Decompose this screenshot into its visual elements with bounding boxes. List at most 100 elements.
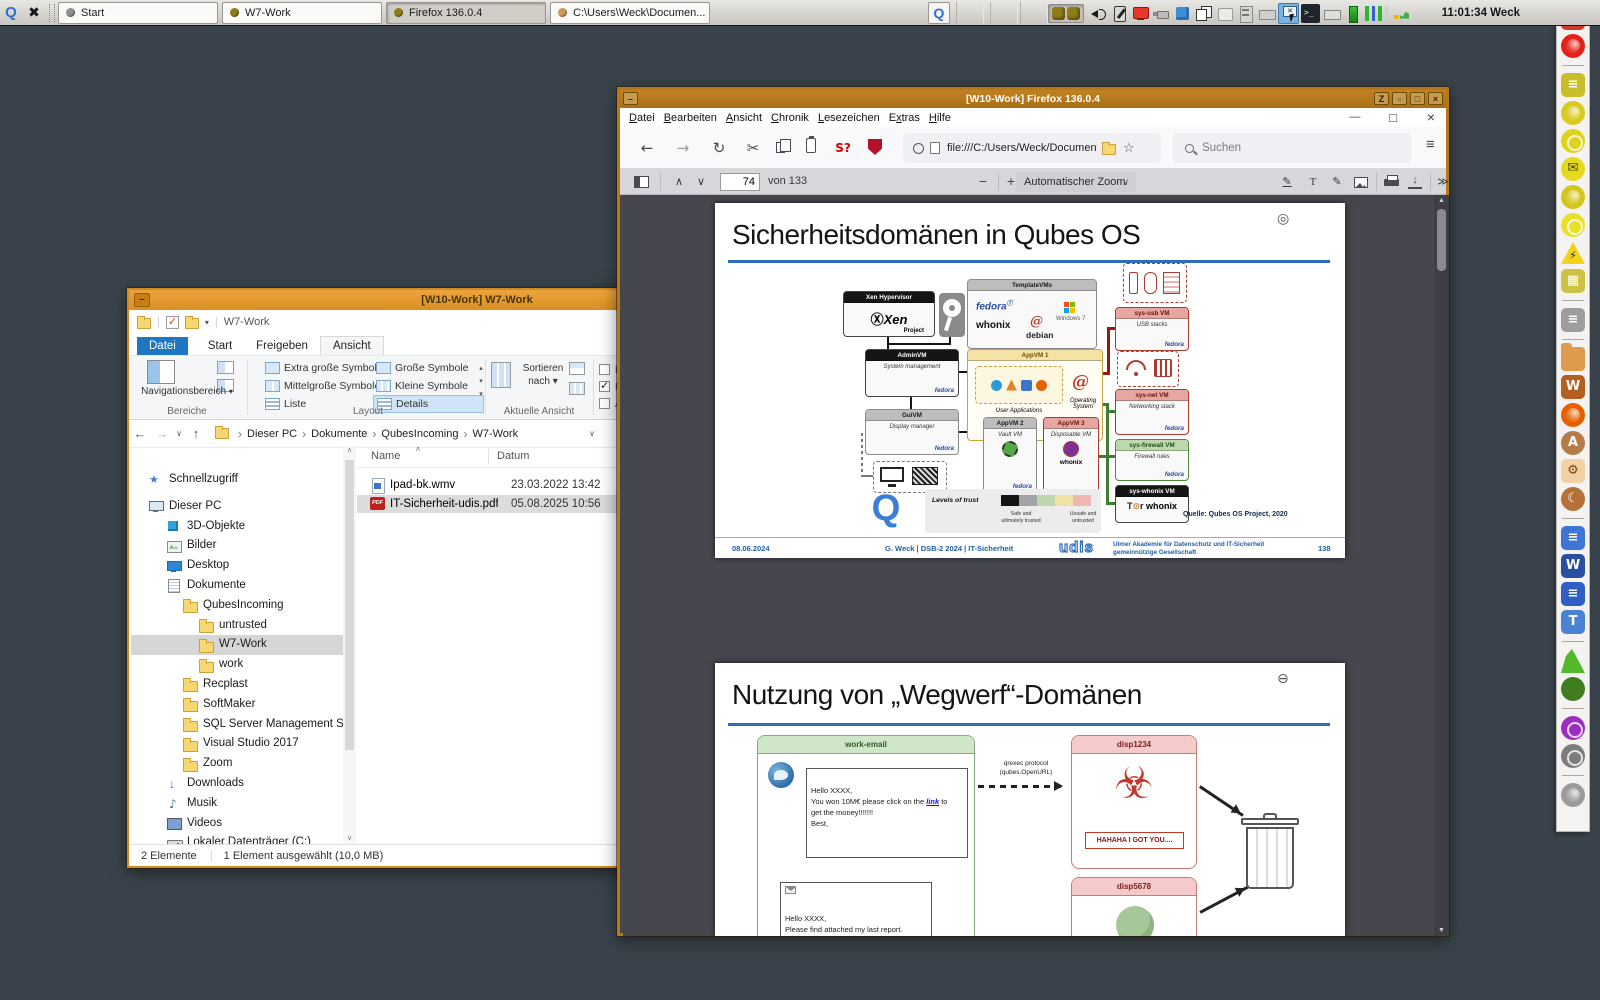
firefox-gray-icon[interactable]	[1561, 783, 1585, 807]
tree-item[interactable]: Visual Studio 2017	[131, 734, 343, 754]
clipboard-extension-icon[interactable]	[806, 138, 816, 153]
cpu-meter-icon[interactable]	[1343, 4, 1362, 23]
maximize-icon[interactable]: □	[1378, 108, 1408, 127]
breadcrumb-item[interactable]: W7-Work	[472, 428, 518, 440]
qube-warning-yellow-icon[interactable]: ⚡	[1561, 241, 1585, 265]
download-icon[interactable]: ↓	[1408, 175, 1422, 189]
tree-item[interactable]: Schnellzugriff	[131, 470, 343, 490]
qubes-devices-icon[interactable]	[1173, 4, 1192, 23]
menu-item[interactable]: Datei	[629, 112, 655, 124]
qube-files-blue-icon[interactable]: ≡	[1561, 526, 1585, 550]
sort-by-button[interactable]: Sortierennach ▾	[515, 362, 571, 388]
terminal-icon[interactable]	[1301, 4, 1320, 23]
navigation-pane-icon[interactable]	[147, 360, 175, 384]
minimize-button-2[interactable]: ▫	[1392, 92, 1407, 105]
text-tool-icon[interactable]: T	[1302, 173, 1324, 191]
qube-thunderbird-yellow-icon[interactable]	[1561, 185, 1585, 209]
layout-option[interactable]: Große Symbole	[373, 359, 484, 377]
back-icon[interactable]: ←	[634, 136, 660, 160]
previous-page-icon[interactable]: ∧	[668, 173, 690, 191]
scrollbar-thumb[interactable]	[1437, 209, 1446, 271]
close-button[interactable]: ×	[1428, 92, 1443, 105]
tree-item[interactable]: Desktop	[131, 556, 343, 576]
tree-item[interactable]: 3D-Objekte	[131, 517, 343, 537]
breadcrumb-item[interactable]: Dieser PC	[247, 428, 297, 440]
qube-firefox-red-icon[interactable]	[1561, 34, 1585, 58]
forward-icon[interactable]: →	[670, 136, 696, 160]
layout-option[interactable]: Extra große Symbole	[262, 359, 373, 377]
address-dropdown-icon[interactable]: ∨	[589, 429, 595, 438]
forward-icon[interactable]: →	[151, 426, 173, 441]
xfce-menu-icon[interactable]: ✖	[22, 5, 46, 21]
usb-device-icon[interactable]	[1152, 4, 1171, 23]
tree-item[interactable]: Zoom	[131, 754, 343, 774]
qube-word-orange-icon[interactable]: W	[1561, 375, 1585, 399]
qube-folder-orange-icon[interactable]	[1561, 347, 1585, 371]
separator[interactable]	[1562, 65, 1584, 66]
scrollbar-thumb[interactable]	[345, 460, 354, 750]
page-number-input[interactable]	[720, 173, 760, 191]
onion-gray-icon[interactable]	[1561, 744, 1585, 768]
toolbar-overflow-icon[interactable]: ≫	[1432, 173, 1454, 191]
tree-item[interactable]: work	[131, 655, 343, 675]
tree-item[interactable]: Bilder	[131, 536, 343, 556]
archive-icon[interactable]	[1236, 4, 1255, 23]
minimize-button[interactable]: –	[134, 293, 150, 307]
tree-item[interactable]: Dieser PC	[131, 497, 343, 517]
tab-freigeben[interactable]: Freigeben	[244, 337, 320, 355]
properties-check-icon[interactable]	[166, 316, 179, 329]
separator[interactable]	[1562, 300, 1584, 301]
up-icon[interactable]: ↑	[185, 426, 207, 441]
taskbar-window-button[interactable]: Firefox 136.0.4	[386, 2, 546, 24]
tree-scrollbar[interactable]: ∧∨	[343, 446, 356, 844]
tree-item[interactable]: QubesIncoming	[131, 596, 343, 616]
tree-item[interactable]: Musik	[131, 794, 343, 814]
qube-map-yellow-icon[interactable]: ▦	[1561, 269, 1585, 293]
net-monitor-icon[interactable]	[1364, 4, 1391, 23]
qube-writer-blue-icon[interactable]: ≡	[1561, 582, 1585, 606]
wireshark-green-icon[interactable]	[1561, 649, 1585, 673]
new-folder-icon[interactable]	[185, 318, 199, 329]
separator[interactable]	[1562, 775, 1584, 776]
shade-button[interactable]: Z	[1374, 92, 1389, 105]
ublock-shield-icon[interactable]	[868, 139, 882, 155]
tree-item[interactable]: untrusted	[131, 616, 343, 636]
tree-item[interactable]: Dokumente	[131, 576, 343, 596]
tree-item[interactable]: Lokaler Datenträger (C:)	[131, 833, 343, 844]
qubes-domains-widget[interactable]	[1048, 4, 1084, 23]
pdf-scrollbar[interactable]: ▲ ▼	[1434, 195, 1449, 936]
screenshot-tool-icon[interactable]	[1278, 3, 1299, 24]
scroll-down-icon[interactable]: ▼	[1434, 927, 1449, 934]
navigation-pane-button[interactable]: Navigationsbereich ▾	[129, 386, 245, 397]
phishing-link[interactable]: link	[926, 797, 939, 806]
recent-locations-icon[interactable]: ∨	[173, 429, 185, 438]
tab-start[interactable]: Start	[196, 337, 244, 355]
menu-item[interactable]: Ansicht	[726, 112, 762, 124]
separator[interactable]	[1562, 339, 1584, 340]
tree-item[interactable]: W7-Work	[131, 635, 343, 655]
preview-pane-icon[interactable]	[217, 361, 234, 374]
column-name[interactable]: Name	[371, 450, 400, 462]
maximize-button[interactable]: □	[1410, 92, 1425, 105]
separator[interactable]	[1562, 518, 1584, 519]
pdf-sidebar-toggle-icon[interactable]	[634, 176, 649, 188]
tree-item[interactable]: Videos	[131, 814, 343, 834]
menu-item[interactable]: Extras	[889, 112, 920, 124]
hamburger-menu-icon[interactable]: ≡	[1426, 136, 1435, 153]
add-image-icon[interactable]	[1354, 177, 1368, 188]
column-date[interactable]: Datum	[497, 450, 529, 462]
bookmark-folder-icon[interactable]	[1102, 144, 1116, 155]
tree-item[interactable]: SQL Server Management Studio	[131, 715, 343, 735]
group-by-icon[interactable]	[569, 362, 585, 375]
layout-option[interactable]: Kleine Symbole	[373, 377, 484, 395]
scissors-extension-icon[interactable]: ✂	[740, 136, 766, 160]
qube-appmenu-orange-icon[interactable]: A	[1561, 431, 1585, 455]
column-width-icon[interactable]	[569, 382, 585, 395]
tab-datei[interactable]: Datei	[137, 337, 188, 355]
drive-icon-2[interactable]	[1322, 4, 1341, 23]
qube-firefox-yellow-icon[interactable]	[1561, 101, 1585, 125]
volume-icon[interactable]	[1089, 4, 1108, 23]
menu-item[interactable]: Hilfe	[929, 112, 951, 124]
qube-files-gray-icon[interactable]: ≡	[1561, 308, 1585, 332]
search-field[interactable]: Suchen	[1173, 133, 1411, 163]
